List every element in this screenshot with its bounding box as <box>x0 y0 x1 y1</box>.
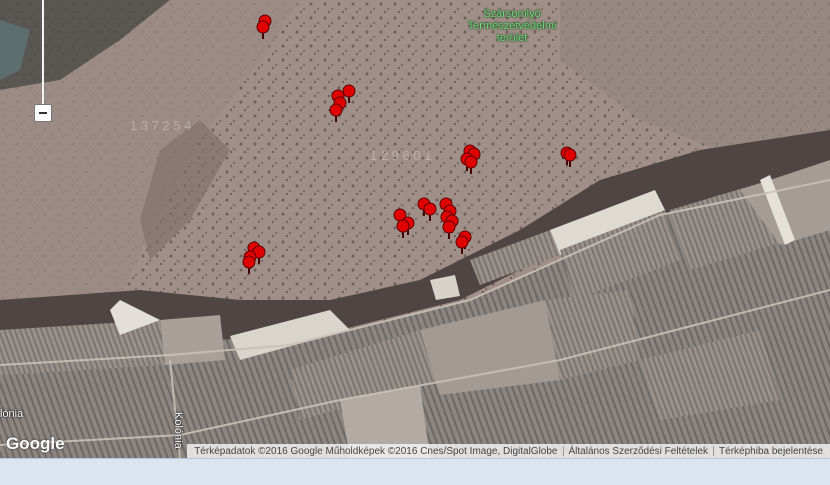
road-label: lónia <box>0 408 24 420</box>
report-error-link[interactable]: Térképhiba bejelentése <box>714 446 828 457</box>
area-label-line: terület <box>496 32 528 44</box>
map-pin-icon[interactable] <box>329 103 343 128</box>
svg-text:1 2 9 6 0 1: 1 2 9 6 0 1 <box>370 148 431 163</box>
minus-icon <box>39 112 47 114</box>
svg-text:1 3 7 2 5 4: 1 3 7 2 5 4 <box>130 118 191 133</box>
map-pin-icon[interactable] <box>455 235 469 260</box>
terms-link[interactable]: Általános Szerződési Feltételek <box>564 446 714 457</box>
map-data-attribution: Térképadatok ©2016 Google Műholdképek ©2… <box>194 445 558 457</box>
satellite-imagery: 1 3 7 2 5 4 1 2 9 6 0 1 <box>0 0 830 458</box>
nature-reserve-label: Szársomlyó Természetvédelmi terület <box>452 8 572 44</box>
area-label-line: Szársomlyó <box>483 8 541 20</box>
zoom-out-button[interactable] <box>34 104 52 122</box>
google-logo: Google <box>6 434 65 453</box>
area-label-line: Természetvédelmi <box>467 20 557 32</box>
map-pin-icon[interactable] <box>396 219 410 244</box>
zoom-slider-track[interactable] <box>42 0 44 104</box>
map-pin-icon[interactable] <box>563 148 577 173</box>
map-pin-icon[interactable] <box>242 255 256 280</box>
map-pin-icon[interactable] <box>256 20 270 45</box>
map-pin-icon[interactable] <box>423 202 437 227</box>
map-view[interactable]: 1 3 7 2 5 4 1 2 9 6 0 1 Szársomlyó Termé… <box>0 0 830 458</box>
map-pin-icon[interactable] <box>442 220 456 245</box>
attribution-bar: Térképadatok ©2016 Google Műholdképek ©2… <box>187 444 830 458</box>
map-pin-icon[interactable] <box>464 155 478 180</box>
bottom-bar <box>0 458 830 485</box>
road-label-vertical: Kolónia <box>172 412 184 449</box>
